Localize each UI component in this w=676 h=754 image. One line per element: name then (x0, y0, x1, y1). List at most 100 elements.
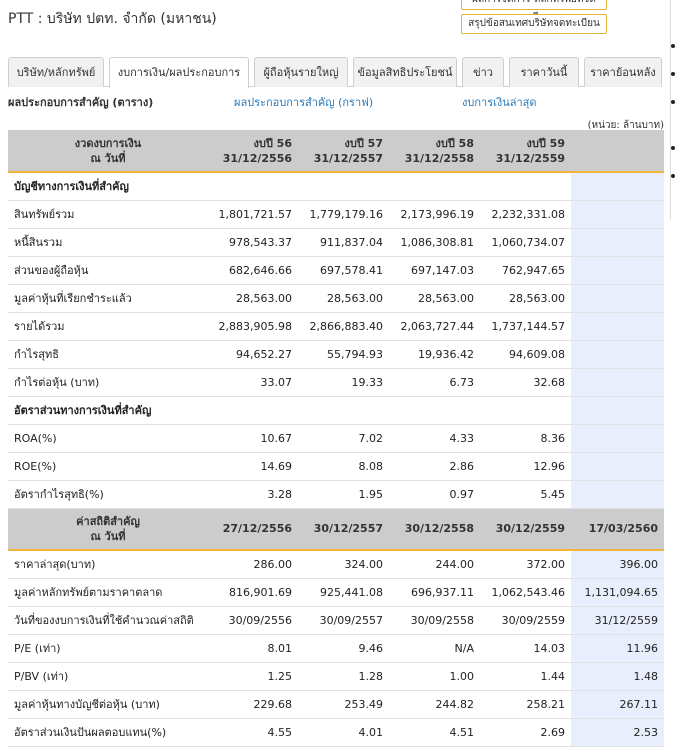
value-cell: 244.00 (389, 550, 480, 579)
table-row: รายได้รวม 2,883,905.98 2,866,883.40 2,063,7… (8, 312, 664, 341)
value-cell: 10.67 (208, 424, 298, 453)
date-column-header: 30/12/2558 (389, 508, 480, 551)
value-cell: 2,232,331.08 (480, 200, 571, 229)
row-label: ราคาล่าสุด(บาท) (8, 550, 208, 579)
section-title: อัตราส่วนทางการเงินที่สำคัญ (8, 396, 208, 425)
period-column-header-line2: 31/12/2556 (222, 151, 292, 165)
value-cell: 911,837.04 (298, 228, 389, 257)
value-cell: 55,794.93 (298, 340, 389, 369)
value-cell: 925,441.08 (298, 578, 389, 607)
highlight-cell (571, 396, 664, 425)
row-label: วันที่ของงบการเงินที่ใช้คำนวณค่าสถิติ (8, 606, 208, 635)
empty-cell (389, 396, 480, 425)
value-cell: 372.00 (480, 550, 571, 579)
period-column-header-line1: งบปี 56 (253, 136, 292, 150)
value-cell: 28,563.00 (480, 284, 571, 313)
value-cell: 1.95 (298, 480, 389, 509)
value-cell: 28,563.00 (298, 284, 389, 313)
tab-rights-benefits[interactable]: ข้อมูลสิทธิประโยชน์ (353, 57, 457, 87)
period-column-header: งบปี 57 31/12/2557 (298, 130, 389, 173)
value-cell: 1.28 (298, 662, 389, 691)
highlight-cell (571, 200, 664, 229)
value-cell: 9.46 (298, 634, 389, 663)
period-column-header: งบปี 56 31/12/2556 (208, 130, 298, 173)
highlight-cell (571, 368, 664, 397)
row-label: สินทรัพย์รวม (8, 200, 208, 229)
tab-major-shareholders[interactable]: ผู้ถือหุ้นรายใหญ่ (254, 57, 348, 87)
value-cell: 4.01 (298, 718, 389, 747)
date-column-header: 30/12/2557 (298, 508, 389, 551)
period-column-header-line1: งบปี 58 (435, 136, 474, 150)
empty-cell (208, 396, 298, 425)
period-header: งวดงบการเงินณ วันที่ (8, 130, 208, 173)
value-cell: 2,883,905.98 (208, 312, 298, 341)
table-row: P/BV (เท่า) 1.25 1.28 1.00 1.44 1.48 (8, 662, 664, 691)
value-cell: 1.25 (208, 662, 298, 691)
value-cell: 2,866,883.40 (298, 312, 389, 341)
value-cell: 8.01 (208, 634, 298, 663)
period-header-line2: ณ วันที่ (90, 151, 126, 165)
value-cell: 1.48 (571, 662, 664, 691)
table-row: ROE(%) 14.69 8.08 2.86 12.96 (8, 452, 664, 481)
value-cell: 2,063,727.44 (389, 312, 480, 341)
period-column-header: งบปี 59 31/12/2559 (480, 130, 571, 173)
value-cell: 31/12/2559 (571, 606, 664, 635)
value-cell: 4.33 (389, 424, 480, 453)
value-cell: 682,646.66 (208, 256, 298, 285)
highlight-cell (571, 340, 664, 369)
value-cell: 267.11 (571, 690, 664, 719)
statistics-header-row: ค่าสถิติสำคัญณ วันที่ 27/12/2556 30/12/255… (8, 508, 664, 551)
value-cell: 30/09/2556 (208, 606, 298, 635)
value-cell: 28,563.00 (208, 284, 298, 313)
value-cell: 8.36 (480, 424, 571, 453)
row-label: หนี้สินรวม (8, 228, 208, 257)
highlight-cell (571, 172, 664, 201)
empty-cell (208, 172, 298, 201)
latest-statement-link[interactable]: งบการเงินล่าสุด (462, 93, 537, 111)
statistics-header-line2: ณ วันที่ (90, 529, 126, 543)
value-cell: 30/09/2558 (389, 606, 480, 635)
company-title: PTT : บริษัท ปตท. จำกัด (มหาชน) (8, 11, 217, 27)
company-summary-button[interactable]: สรุปข้อสนเทศบริษัทจดทะเบียน (461, 14, 607, 34)
table-row: กำไรต่อหุ้น (บาท) 33.07 19.33 6.73 32.68 (8, 368, 664, 397)
tab-price-history[interactable]: ราคาย้อนหลัง (584, 57, 662, 87)
value-cell: 1,737,144.57 (480, 312, 571, 341)
value-cell: 4.55 (208, 718, 298, 747)
value-cell: 244.82 (389, 690, 480, 719)
value-cell: 7.02 (298, 424, 389, 453)
period-column-header-line2: 31/12/2557 (313, 151, 383, 165)
value-cell: 5.45 (480, 480, 571, 509)
value-cell: 3.28 (208, 480, 298, 509)
tab-company-securities[interactable]: บริษัท/หลักทรัพย์ (8, 57, 104, 87)
table-row: P/E (เท่า) 8.01 9.46 N/A 14.03 11.96 (8, 634, 664, 663)
tab-price-today[interactable]: ราคาวันนี้ (509, 57, 579, 87)
value-cell: 258.21 (480, 690, 571, 719)
table-row: สินทรัพย์รวม 1,801,721.57 1,779,179.16 2,17… (8, 200, 664, 229)
value-cell: 253.49 (298, 690, 389, 719)
empty-cell (480, 172, 571, 201)
empty-cell (389, 172, 480, 201)
period-column-header-line1: งบปี 57 (344, 136, 383, 150)
value-cell: 697,578.41 (298, 256, 389, 285)
table-row: มูลค่าหลักทรัพย์ตามราคาตลาด 816,901.69 925… (8, 578, 664, 607)
date-column-header: 30/12/2559 (480, 508, 571, 551)
graph-view-link[interactable]: ผลประกอบการสำคัญ (กราฟ) (234, 93, 373, 111)
tab-financials[interactable]: งบการเงิน/ผลประกอบการ (109, 57, 249, 88)
value-cell: N/A (389, 634, 480, 663)
table-row: ราคาล่าสุด(บาท) 286.00 324.00 244.00 372.00 3… (8, 550, 664, 579)
table-row: ส่วนของผู้ถือหุ้น 682,646.66 697,578.41 697… (8, 256, 664, 285)
highlight-cell (571, 284, 664, 313)
value-cell: 12.96 (480, 452, 571, 481)
value-cell: 396.00 (571, 550, 664, 579)
table-row: วันที่ของงบการเงินที่ใช้คำนวณค่าสถิติ 30/… (8, 606, 664, 635)
table-row: มูลค่าหุ้นทางบัญชีต่อหุ้น (บาท) 229.68 253… (8, 690, 664, 719)
empty-header-cell (571, 130, 664, 173)
value-cell: 1.44 (480, 662, 571, 691)
tab-news[interactable]: ข่าว (462, 57, 504, 87)
highlight-cell (571, 480, 664, 509)
section-title: บัญชีทางการเงินที่สำคัญ (8, 172, 208, 201)
statistics-header: ค่าสถิติสำคัญณ วันที่ (8, 508, 208, 551)
row-label: ROE(%) (8, 452, 208, 481)
financial-table: งวดงบการเงินณ วันที่ งบปี 56 31/12/2556 งบป… (8, 130, 664, 747)
listed-securities-button[interactable]: ผลการจัดการ หลักทรัพย์ที่จดทะเบียน (461, 0, 607, 23)
